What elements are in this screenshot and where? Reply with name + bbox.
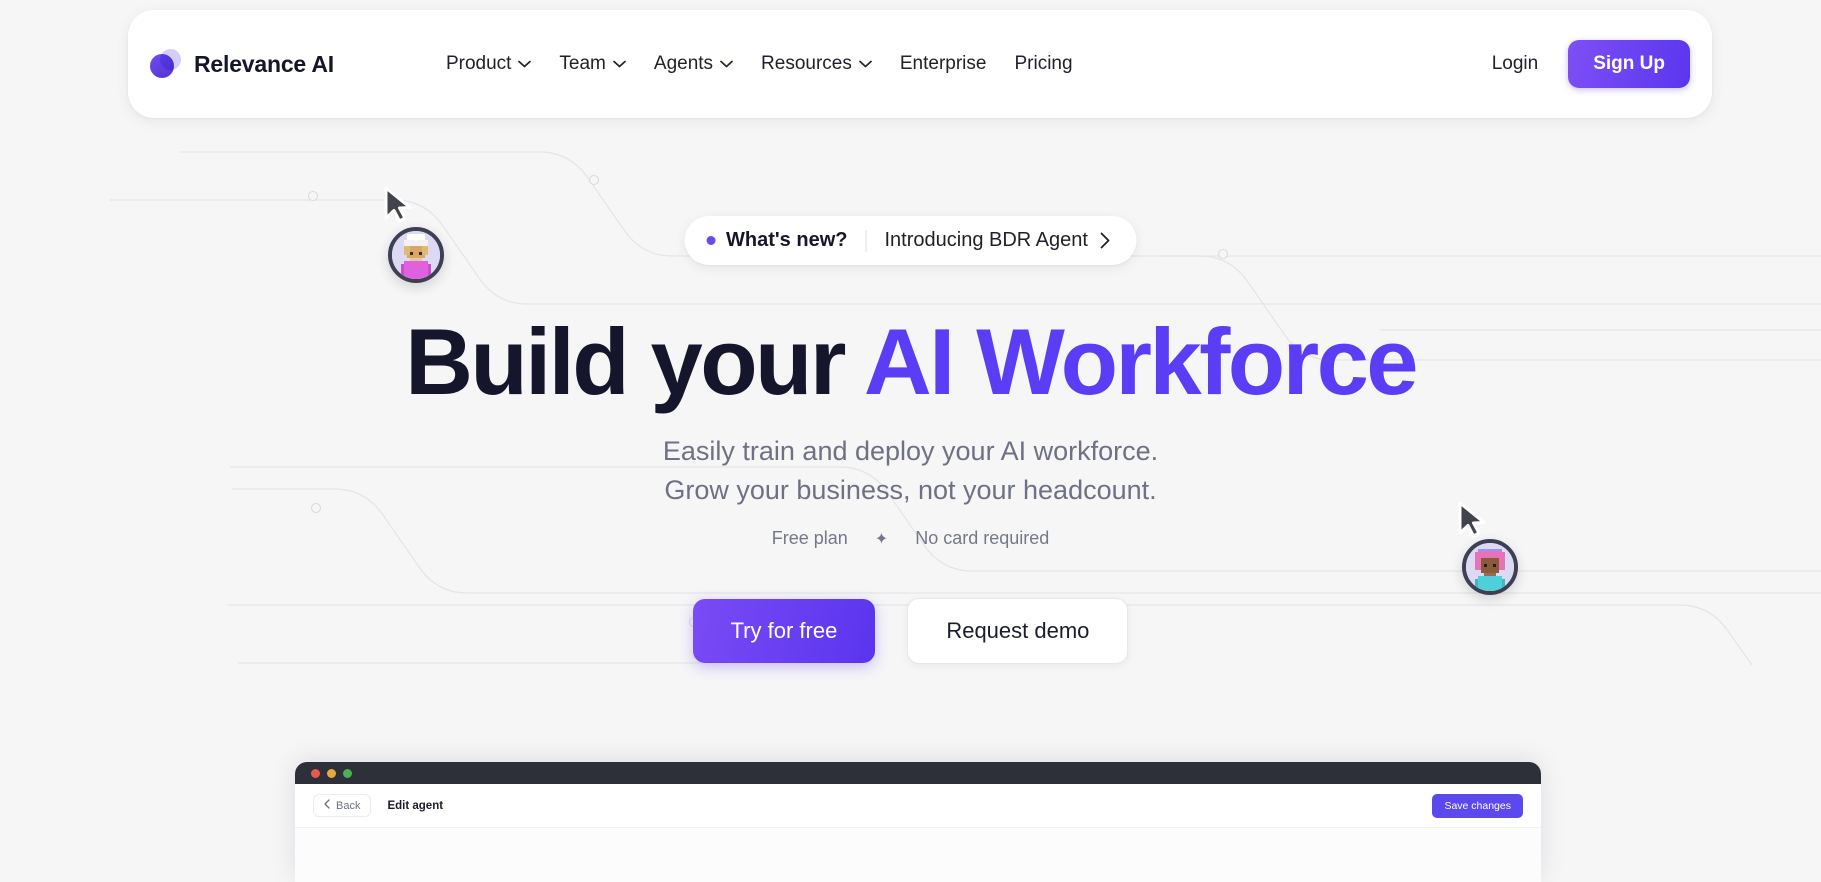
hero-subheading: Easily train and deploy your AI workforc… xyxy=(0,432,1821,509)
page-title: Build your AI Workforce xyxy=(0,312,1821,412)
nav-item-label: Team xyxy=(559,53,606,74)
headline-accent: AI Workforce xyxy=(863,309,1419,414)
primary-nav: Product Team Agents Resources Enterprise xyxy=(432,45,1087,83)
app-toolbar: Back Edit agent Save changes xyxy=(295,784,1541,828)
headline-plain: Build your xyxy=(405,309,864,414)
pixel-avatar-pink-hair-icon xyxy=(1466,543,1514,591)
announcement-text: Introducing BDR Agent xyxy=(884,229,1088,251)
whats-new-announcement-pill[interactable]: What's new? Introducing BDR Agent xyxy=(684,216,1137,265)
window-minimize-icon[interactable] xyxy=(327,768,336,778)
app-content-area xyxy=(295,828,1541,882)
avatar xyxy=(388,227,444,283)
nav-item-resources[interactable]: Resources xyxy=(747,45,886,83)
chevron-down-icon xyxy=(613,60,626,68)
chevron-down-icon xyxy=(859,60,872,68)
save-changes-button[interactable]: Save changes xyxy=(1432,793,1523,818)
app-page-title: Edit agent xyxy=(387,799,444,812)
chevron-down-icon xyxy=(518,60,532,68)
product-screenshot-window: Back Edit agent Save changes xyxy=(295,762,1541,882)
request-demo-button[interactable]: Request demo xyxy=(907,598,1129,664)
nav-item-agents[interactable]: Agents xyxy=(640,45,747,83)
background-circuit-paths xyxy=(110,151,1821,666)
back-button-label: Back xyxy=(336,799,361,812)
hero-cta-row: Try for free Request demo xyxy=(0,598,1821,664)
brand-name: Relevance AI xyxy=(194,50,334,77)
nav-actions: Login Sign Up xyxy=(1484,40,1690,88)
window-close-icon[interactable] xyxy=(311,768,320,778)
chevron-left-icon xyxy=(324,799,330,812)
brand-logo-link[interactable]: Relevance AI xyxy=(150,48,334,80)
whats-new-label: What's new? xyxy=(726,229,848,251)
subheading-line-2: Grow your business, not your headcount. xyxy=(664,474,1157,505)
nav-item-label: Product xyxy=(445,53,512,74)
back-button[interactable]: Back xyxy=(313,794,372,817)
hero-meta-row: Free plan ✦ No card required xyxy=(0,528,1821,549)
top-navigation-bar: Relevance AI Product Team Agents Resourc… xyxy=(128,10,1712,118)
subheading-line-1: Easily train and deploy your AI workforc… xyxy=(662,436,1159,466)
free-plan-text: Free plan xyxy=(771,528,848,548)
nav-item-label: Resources xyxy=(761,53,852,74)
chevron-down-icon xyxy=(720,60,733,68)
nav-item-label: Pricing xyxy=(1014,53,1073,74)
login-link[interactable]: Login xyxy=(1484,47,1547,81)
sparkle-icon: ✦ xyxy=(874,531,889,548)
relevance-logo-icon xyxy=(150,48,181,80)
pixel-avatar-chef-icon xyxy=(392,231,440,279)
nav-item-team[interactable]: Team xyxy=(545,45,639,83)
nav-item-product[interactable]: Product xyxy=(432,45,545,83)
window-maximize-icon[interactable] xyxy=(343,768,352,778)
cursor-pointer-icon xyxy=(381,185,415,230)
status-dot-icon xyxy=(706,236,716,245)
nav-item-enterprise[interactable]: Enterprise xyxy=(886,45,1001,83)
nav-item-label: Enterprise xyxy=(899,53,987,74)
divider xyxy=(865,229,867,252)
window-titlebar xyxy=(295,762,1541,784)
cursor-pointer-icon xyxy=(1455,500,1489,545)
try-for-free-button[interactable]: Try for free xyxy=(692,599,876,663)
no-card-required-text: No card required xyxy=(915,528,1050,548)
chevron-right-icon xyxy=(1100,232,1111,249)
nav-item-pricing[interactable]: Pricing xyxy=(1000,45,1086,83)
hero-section: What's new? Introducing BDR Agent Build … xyxy=(0,0,1821,842)
nav-item-label: Agents xyxy=(653,53,714,74)
avatar xyxy=(1462,539,1518,595)
sign-up-button[interactable]: Sign Up xyxy=(1568,40,1690,88)
